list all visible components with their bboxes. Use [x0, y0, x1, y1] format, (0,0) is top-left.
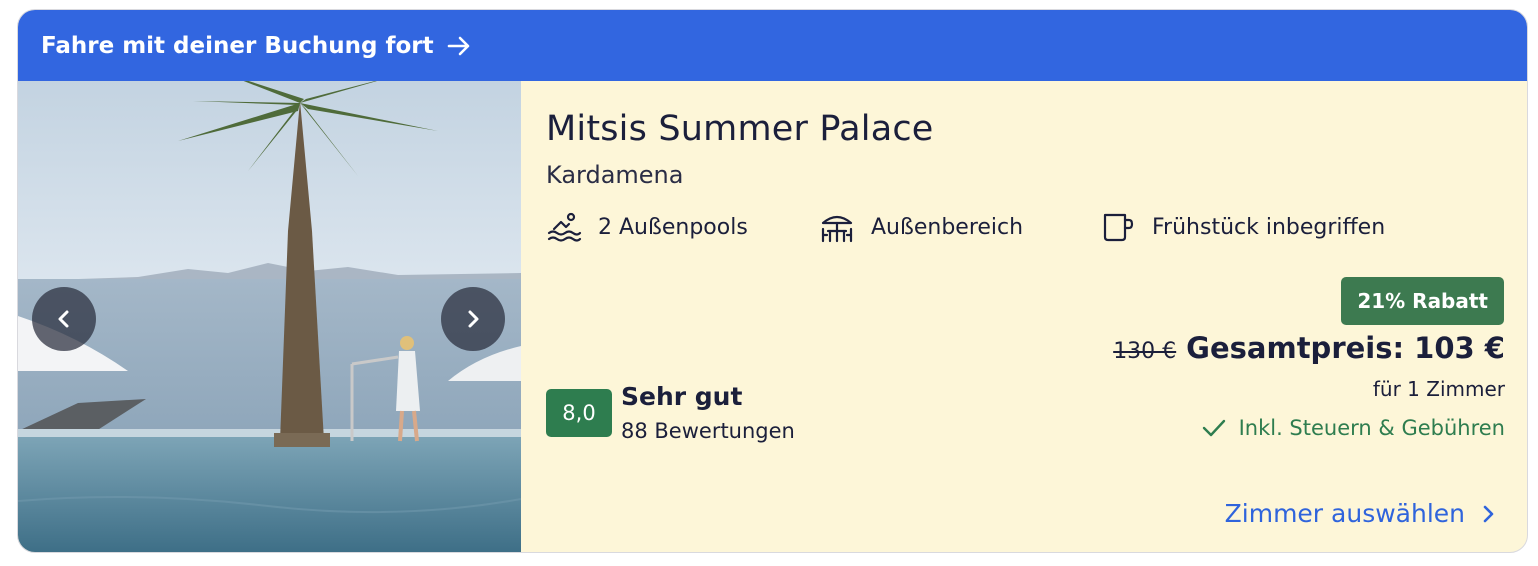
amenity-pools: 2 Außenpools: [546, 209, 748, 245]
select-rooms-link[interactable]: Zimmer auswählen: [1225, 499, 1497, 528]
previous-photo-button[interactable]: [32, 287, 96, 351]
coffee-cup-icon: [1100, 209, 1136, 245]
continue-booking-label: Fahre mit deiner Buchung fort: [41, 32, 434, 59]
rating-score-badge: 8,0: [546, 389, 612, 437]
chevron-right-icon: [462, 308, 484, 330]
price-per-room: für 1 Zimmer: [1372, 377, 1505, 401]
amenity-label: Außenbereich: [871, 214, 1024, 240]
hotel-card[interactable]: Fahre mit deiner Buchung fort Mitsis Sum…: [17, 9, 1528, 553]
amenity-breakfast: Frühstück inbegriffen: [1100, 209, 1385, 245]
amenity-label: Frühstück inbegriffen: [1152, 214, 1386, 240]
next-photo-button[interactable]: [441, 287, 505, 351]
taxes-label: Inkl. Steuern & Gebühren: [1238, 416, 1505, 440]
amenity-label: 2 Außenpools: [598, 214, 748, 240]
taxes-included-note: Inkl. Steuern & Gebühren: [1201, 416, 1505, 440]
rating-label: Sehr gut: [621, 382, 743, 411]
price-row: 130 € Gesamtpreis: 103 €: [1113, 331, 1505, 365]
discount-badge: 21% Rabatt: [1341, 277, 1504, 325]
review-count[interactable]: 88 Bewertungen: [621, 419, 795, 443]
total-price: Gesamtpreis: 103 €: [1186, 331, 1505, 365]
patio-icon: [819, 209, 855, 245]
select-rooms-label: Zimmer auswählen: [1224, 499, 1465, 528]
hotel-location: Kardamena: [546, 161, 684, 189]
continue-booking-banner[interactable]: Fahre mit deiner Buchung fort: [18, 10, 1527, 81]
hotel-name[interactable]: Mitsis Summer Palace: [546, 109, 934, 149]
hotel-photo[interactable]: [18, 81, 521, 552]
chevron-right-icon: [1481, 503, 1497, 525]
pool-icon: [546, 209, 582, 245]
amenity-outdoor: Außenbereich: [819, 209, 1023, 245]
original-price: 130 €: [1113, 339, 1177, 364]
hotel-info-panel: Mitsis Summer Palace Kardamena 2 Außenpo…: [521, 81, 1527, 552]
arrow-right-icon: [446, 33, 472, 59]
check-icon: [1201, 417, 1227, 439]
chevron-left-icon: [53, 308, 75, 330]
